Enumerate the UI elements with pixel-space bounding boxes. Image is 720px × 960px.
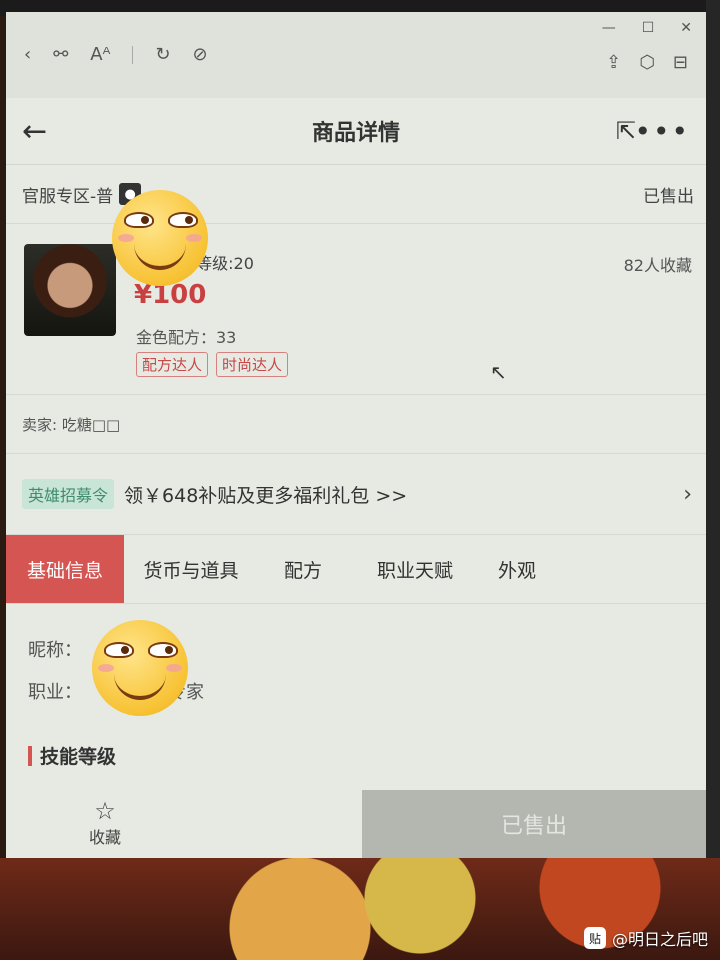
- sticker-eye: [124, 212, 154, 228]
- device-icon[interactable]: ⊟: [673, 52, 688, 73]
- monitor-right-edge: [706, 0, 720, 960]
- favorite-button[interactable]: ☆ 收藏: [80, 798, 130, 848]
- favorite-label: 收藏: [88, 828, 121, 847]
- promo-text: 领￥648补贴及更多福利礼包 >>: [124, 484, 408, 507]
- cube-icon[interactable]: ⬡: [639, 52, 655, 73]
- toolbar-separator: [132, 45, 134, 64]
- share-icon[interactable]: ⇱: [616, 117, 636, 145]
- tab-appearance[interactable]: 外观: [482, 535, 552, 603]
- favorite-count: 82人收藏: [623, 256, 692, 275]
- sticker-blush: [98, 664, 114, 672]
- seller-label: 卖家: 吃糖□□: [22, 415, 121, 434]
- sticker-mouth: [114, 672, 166, 700]
- product-page: ← 商品详情 ⇱ ••• 官服专区-普 ● 已售出 □庄园等级:20 82人收藏…: [6, 98, 706, 858]
- maximize-icon[interactable]: ☐: [642, 20, 655, 36]
- tab-recipes[interactable]: 配方: [258, 535, 348, 603]
- job-label: 职业：: [28, 682, 82, 703]
- link-icon[interactable]: ⚯: [53, 44, 68, 65]
- page-title: 商品详情: [311, 121, 400, 146]
- toolbar-right: ⇪ ⬡ ⊟: [606, 52, 688, 73]
- upload-icon[interactable]: ⇪: [606, 52, 621, 73]
- watermark-text: @明日之后吧: [611, 930, 708, 949]
- tieba-icon: 贴: [583, 927, 606, 949]
- sticker-blush: [186, 234, 202, 242]
- zone-row: 官服专区-普 ● 已售出: [6, 165, 706, 224]
- zone-label: 官服专区-普: [22, 186, 114, 207]
- nickname-label: 昵称：: [28, 640, 82, 661]
- promo-badge: 英雄招募令: [22, 479, 115, 509]
- browser-toolbar: — ☐ ✕ ‹ ⚯ Aᴬ ↻ ⊘ ⇪ ⬡ ⊟: [6, 12, 706, 98]
- nickname-row: 昵称：: [28, 636, 82, 662]
- tag-fashion-master: 时尚达人: [216, 352, 289, 377]
- sticker-blush: [118, 234, 134, 242]
- bottom-action-bar: ☆ 收藏 已售出: [6, 790, 706, 858]
- smiley-sticker-icon: [92, 620, 188, 716]
- watermark: 贴 @明日之后吧: [583, 926, 708, 950]
- minimize-icon[interactable]: —: [602, 20, 616, 36]
- more-icon[interactable]: •••: [634, 115, 690, 148]
- tab-talents[interactable]: 职业天赋: [348, 535, 482, 603]
- status-badge: 已售出: [643, 186, 694, 207]
- tab-basic-info[interactable]: 基础信息: [6, 535, 124, 603]
- sticker-mouth: [134, 242, 186, 270]
- compass-icon[interactable]: ⊘: [192, 44, 207, 65]
- window-controls: — ☐ ✕: [602, 20, 692, 36]
- smiley-sticker-icon: [112, 190, 208, 286]
- font-size-icon[interactable]: Aᴬ: [90, 44, 110, 65]
- tag-recipe-master: 配方达人: [136, 352, 209, 377]
- chevron-right-icon: ›: [683, 481, 692, 507]
- sticker-eye: [168, 212, 198, 228]
- page-header: ← 商品详情 ⇱ •••: [6, 98, 706, 165]
- star-icon: ☆: [94, 797, 116, 825]
- chevron-left-icon[interactable]: ‹: [24, 44, 31, 65]
- refresh-icon[interactable]: ↻: [155, 44, 170, 65]
- section-title: 技能等级: [40, 746, 117, 768]
- section-accent-bar: [28, 745, 32, 766]
- promo-banner[interactable]: 英雄招募令 领￥648补贴及更多福利礼包 >> ›: [6, 454, 706, 535]
- character-avatar[interactable]: [24, 244, 116, 336]
- skill-level-heading: 技能等级: [28, 742, 116, 769]
- gold-recipe-count: 金色配方：33: [136, 328, 237, 347]
- sticker-eye: [148, 642, 178, 658]
- close-icon[interactable]: ✕: [680, 20, 692, 36]
- sold-out-button: 已售出: [362, 790, 706, 858]
- back-arrow-icon[interactable]: ←: [22, 114, 47, 149]
- sticker-blush: [166, 664, 182, 672]
- tab-bar: 基础信息 货币与道具 配方 职业天赋 外观: [6, 535, 706, 604]
- zone-info: 官服专区-普 ●: [22, 182, 142, 207]
- toolbar-left: ‹ ⚯ Aᴬ ↻ ⊘: [24, 44, 208, 65]
- mouse-cursor-icon: ↖: [490, 360, 507, 384]
- product-card: □庄园等级:20 82人收藏 ¥100 金色配方：33 配方达人 时尚达人: [6, 224, 706, 395]
- browser-window: — ☐ ✕ ‹ ⚯ Aᴬ ↻ ⊘ ⇪ ⬡ ⊟ ← 商品详情 ⇱ ••• 官服专区…: [6, 12, 706, 858]
- tag-list: 配方达人 时尚达人: [136, 352, 289, 377]
- tab-currency-items[interactable]: 货币与道具: [124, 535, 258, 603]
- sticker-eye: [104, 642, 134, 658]
- seller-row[interactable]: 卖家: 吃糖□□: [6, 395, 706, 454]
